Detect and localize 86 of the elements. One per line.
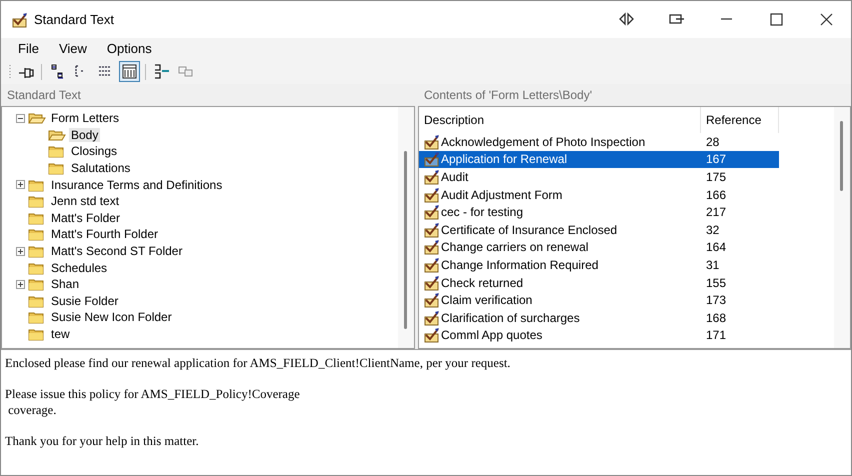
tree-item[interactable]: Jenn std text: [49, 194, 122, 208]
pane-title: Standard Text: [6, 87, 82, 104]
row-reference: 175: [705, 168, 728, 186]
expander-icon[interactable]: [16, 246, 25, 256]
list-row[interactable]: Comml App quotes 171: [419, 326, 779, 344]
list-row[interactable]: Audit Adjustment Form 166: [419, 186, 779, 204]
expander-icon[interactable]: [16, 280, 25, 289]
list-row[interactable]: Clarification of surcharges 168: [419, 308, 779, 327]
body-paragraph: Enclosed please find our renewal application for AMS_FIELD_Client!ClientName, per your request.: [5, 355, 512, 371]
menu-item[interactable]: View: [50, 41, 96, 56]
list-row[interactable]: Certificate of Insurance Enclosed 32: [419, 220, 779, 239]
tree-item[interactable]: Shan: [49, 277, 82, 292]
row-description: cec - for testing: [441, 205, 524, 220]
tree-item[interactable]: Schedules: [49, 260, 110, 275]
scrollbar-thumb[interactable]: [404, 151, 407, 329]
list-row[interactable]: cec - for testing 217: [419, 203, 779, 221]
list-row[interactable]: Change Information Required 31: [419, 256, 779, 274]
row-description: Application for Renewal: [441, 152, 568, 166]
row-description: Change carriers on renewal: [441, 240, 588, 254]
row-reference: 164: [705, 239, 728, 256]
row-description: Claim verification: [441, 293, 532, 308]
document-icon: [423, 168, 440, 185]
row-description: Change Information Required: [441, 258, 598, 272]
tree-item[interactable]: Matt's Fourth Folder: [49, 227, 160, 242]
document-icon: [423, 327, 440, 344]
row-description: Certificate of Insurance Enclosed: [441, 222, 618, 237]
tree-item[interactable]: Form Letters: [49, 111, 122, 126]
tree-item[interactable]: tew: [49, 327, 72, 342]
row-description: Check returned: [441, 276, 524, 290]
split-icon[interactable]: [618, 11, 634, 28]
list-row[interactable]: Audit 175: [419, 168, 779, 186]
row-reference: 166: [705, 186, 728, 204]
tree-item[interactable]: Insurance Terms and Definitions: [49, 178, 224, 192]
document-icon: [423, 186, 440, 203]
tree-item[interactable]: Matt's Folder: [49, 210, 122, 225]
row-description: Audit: [441, 170, 468, 184]
body-paragraph: Thank you for your help in this matter.: [5, 433, 200, 449]
menu-item[interactable]: File: [9, 41, 48, 56]
tree-item[interactable]: Susie Folder: [49, 294, 120, 308]
row-reference: 155: [705, 274, 728, 292]
window-title: Standard Text: [34, 12, 114, 27]
document-icon: [423, 134, 440, 150]
pane-title: Contents of 'Form Letters\Body': [423, 87, 593, 104]
document-icon: [423, 204, 440, 220]
document-icon: [423, 239, 440, 256]
menu-item[interactable]: Options: [98, 41, 161, 56]
expander-icon[interactable]: [16, 114, 25, 123]
document-icon: [423, 292, 440, 308]
row-reference: 32: [705, 222, 720, 239]
document-icon: [423, 151, 440, 168]
row-reference: 31: [705, 256, 720, 274]
details-icon[interactable]: [121, 63, 138, 80]
body-paragraph: Please issue this policy for AMS_FIELD_Policy!Coverage coverage.: [5, 386, 301, 418]
tree-item[interactable]: Matt's Second ST Folder: [49, 244, 184, 258]
document-icon: [423, 310, 440, 326]
document-icon: [423, 256, 440, 273]
row-reference: 167: [705, 151, 728, 168]
expander-icon[interactable]: [16, 180, 25, 190]
list-row[interactable]: Check returned 155: [419, 274, 779, 292]
row-description: Audit Adjustment Form: [441, 188, 562, 202]
tree-item[interactable]: Body: [69, 128, 100, 142]
row-reference: 217: [705, 204, 728, 221]
tree-item[interactable]: Salutations: [69, 161, 132, 176]
insert-icon[interactable]: [153, 63, 170, 80]
list-row[interactable]: Acknowledgement of Photo Inspection 28: [419, 133, 779, 151]
close-icon[interactable]: [818, 11, 834, 28]
list-row[interactable]: Claim verification 173: [419, 291, 779, 309]
list-row[interactable]: Change carriers on renewal 164: [419, 238, 779, 256]
document-icon: [423, 274, 440, 291]
maximize-icon[interactable]: [768, 11, 784, 28]
row-reference: 168: [705, 310, 728, 327]
tree-item[interactable]: Closings: [69, 144, 120, 158]
app-icon: [11, 12, 28, 28]
column-header[interactable]: Reference: [701, 107, 779, 133]
row-reference: 28: [705, 134, 720, 151]
row-description: Acknowledgement of Photo Inspection: [441, 134, 646, 149]
grip-icon: [9, 64, 12, 80]
tree-item[interactable]: Susie New Icon Folder: [49, 310, 174, 324]
row-reference: 171: [705, 327, 728, 344]
document-icon: [423, 222, 440, 238]
row-reference: 173: [705, 292, 728, 309]
row-description: Clarification of surcharges: [441, 310, 580, 325]
scrollbar-thumb[interactable]: [840, 121, 843, 191]
list-row[interactable]: Application for Renewal 167: [419, 150, 779, 168]
column-header[interactable]: Description: [419, 107, 701, 133]
row-description: Comml App quotes: [441, 328, 542, 342]
